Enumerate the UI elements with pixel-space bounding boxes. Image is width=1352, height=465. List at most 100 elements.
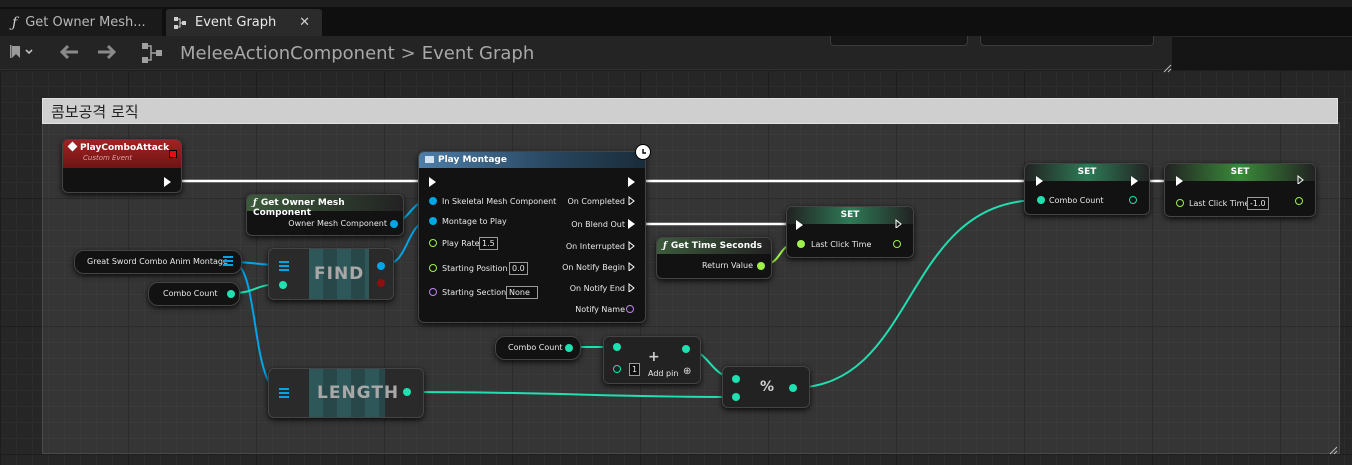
on-notify-end-pin[interactable] (628, 283, 635, 292)
add-value-field[interactable]: 1 (629, 363, 641, 376)
set-combo-count-node[interactable]: SET Combo Count (1024, 163, 1150, 215)
add-in-pin-a[interactable] (613, 343, 621, 351)
montage-icon (425, 156, 434, 163)
latent-clock-icon (635, 144, 651, 160)
combo-count-variable-node-1[interactable]: Combo Count (148, 282, 240, 306)
last-click-time-out-pin[interactable] (893, 240, 901, 248)
play-montage-node[interactable]: Play Montage In Skeletal Mesh Component … (418, 144, 651, 323)
starting-section-label: Starting Section (442, 288, 507, 297)
on-blend-out-pin[interactable] (628, 219, 635, 229)
array-length-node[interactable]: LENGTH (268, 368, 424, 418)
on-notify-begin-pin[interactable] (628, 262, 635, 271)
length-label: LENGTH (317, 383, 400, 403)
set-title: SET (1230, 167, 1250, 177)
on-notify-end-label: On Notify End (569, 284, 625, 293)
set-exec-in-pin[interactable] (1036, 176, 1043, 186)
starting-position-label: Starting Position (442, 264, 508, 273)
event-node-playcomboattack[interactable]: PlayComboAttack Custom Event (62, 139, 182, 193)
montage-in-label: Montage to Play (442, 217, 507, 226)
on-notify-begin-label: On Notify Begin (562, 263, 625, 272)
mesh-in-pin[interactable] (429, 197, 437, 205)
last-click-time-field[interactable]: -1.0 (1247, 197, 1269, 210)
starting-section-field[interactable]: None (506, 286, 538, 299)
find-item-in-pin[interactable] (279, 281, 287, 289)
notify-name-pin[interactable] (626, 305, 634, 313)
combo-count-out-pin[interactable] (565, 344, 573, 352)
combo-count-label: Combo Count (508, 343, 563, 352)
event-subtitle: Custom Event (83, 154, 133, 162)
play-montage-exec-in-pin[interactable] (429, 177, 436, 187)
on-interrupted-label: On Interrupted (565, 242, 625, 251)
set-title: SET (1077, 167, 1097, 177)
last-click-time-label: Last Click Time (1189, 199, 1250, 208)
delegate-pin[interactable] (169, 150, 177, 158)
set-header: SET (1165, 164, 1315, 181)
play-montage-header: Play Montage (419, 152, 645, 168)
add-plus-symbol: + (648, 349, 660, 365)
event-icon (67, 141, 78, 152)
set-last-click-time-node-2[interactable]: SET Last Click Time -1.0 (1164, 163, 1316, 217)
array-pin-icon[interactable] (223, 256, 233, 266)
combo-count-label: Combo Count (163, 289, 218, 298)
set-exec-in-pin[interactable] (796, 220, 803, 230)
play-rate-field[interactable]: 1.5 (479, 237, 498, 250)
mod-in-pin-b[interactable] (732, 393, 740, 401)
event-title: PlayComboAttack (80, 143, 170, 153)
set-title: SET (840, 210, 860, 220)
montage-variable-label: Great Sword Combo Anim Montage (87, 257, 228, 266)
set-exec-out-pin[interactable] (1131, 176, 1138, 186)
event-exec-out-pin[interactable] (164, 177, 171, 187)
starting-position-field[interactable]: 0.0 (509, 262, 528, 275)
find-out-pin[interactable] (377, 262, 385, 270)
set-exec-out-pin[interactable] (895, 219, 902, 228)
add-int-node[interactable]: 1 + Add pin ⊕ (603, 336, 701, 384)
last-click-time-out-pin[interactable] (1295, 197, 1303, 205)
mod-out-pin[interactable] (789, 384, 797, 392)
wires (172, 179, 1176, 398)
set-last-click-time-node-1[interactable]: SET Last Click Time (786, 206, 914, 258)
play-rate-pin[interactable] (429, 239, 437, 247)
get-time-seconds-node[interactable]: ƒ Get Time Seconds Return Value (656, 237, 772, 279)
get-time-seconds-title: Get Time Seconds (670, 241, 762, 251)
get-owner-mesh-header: ƒ Get Owner Mesh Component (247, 195, 403, 218)
last-click-time-in-pin[interactable] (797, 240, 805, 248)
owner-mesh-out-label: Owner Mesh Component (288, 219, 387, 228)
find-bool-out-pin[interactable] (377, 279, 385, 287)
set-exec-in-pin[interactable] (1176, 176, 1183, 186)
mod-symbol: % (760, 379, 775, 395)
add-pin-label[interactable]: Add pin (648, 369, 678, 378)
get-owner-mesh-title: Get Owner Mesh Component (253, 198, 345, 218)
last-click-time-in-pin[interactable] (1176, 199, 1184, 207)
on-completed-pin[interactable] (628, 196, 635, 205)
montage-in-pin[interactable] (429, 217, 437, 225)
combo-count-in-pin[interactable] (1037, 196, 1045, 204)
montage-array-variable-node[interactable]: Great Sword Combo Anim Montage (74, 250, 242, 274)
modulo-int-node[interactable]: % (722, 366, 810, 408)
combo-count-variable-node-2[interactable]: Combo Count (495, 336, 581, 360)
combo-count-out-pin[interactable] (1129, 196, 1137, 204)
find-label: FIND (314, 264, 365, 284)
last-click-time-label: Last Click Time (811, 240, 872, 249)
starting-section-pin[interactable] (429, 288, 437, 296)
combo-count-out-pin[interactable] (227, 290, 235, 298)
mesh-in-label: In Skeletal Mesh Component (442, 197, 557, 206)
array-find-node[interactable]: FIND (268, 248, 394, 300)
mod-in-pin-a[interactable] (732, 375, 740, 383)
set-exec-out-pin[interactable] (1297, 175, 1304, 184)
add-in-pin-b[interactable] (613, 365, 621, 373)
array-pin-icon[interactable] (279, 261, 289, 271)
add-pin-icon[interactable]: ⊕ (683, 366, 691, 377)
on-interrupted-pin[interactable] (628, 241, 635, 250)
get-time-seconds-header: ƒ Get Time Seconds (657, 238, 771, 254)
play-montage-title: Play Montage (438, 155, 507, 165)
notify-name-label: Notify Name (575, 305, 625, 314)
array-pin-icon[interactable] (279, 388, 289, 398)
length-out-pin[interactable] (403, 388, 411, 396)
add-out-pin[interactable] (682, 345, 690, 353)
starting-position-pin[interactable] (429, 264, 437, 272)
return-value-out-pin[interactable] (757, 262, 765, 270)
on-blend-out-label: On Blend Out (571, 220, 625, 229)
get-owner-mesh-component-node[interactable]: ƒ Get Owner Mesh Component Owner Mesh Com… (246, 194, 404, 236)
owner-mesh-out-pin[interactable] (390, 220, 398, 228)
play-montage-exec-out-pin[interactable] (628, 177, 635, 187)
